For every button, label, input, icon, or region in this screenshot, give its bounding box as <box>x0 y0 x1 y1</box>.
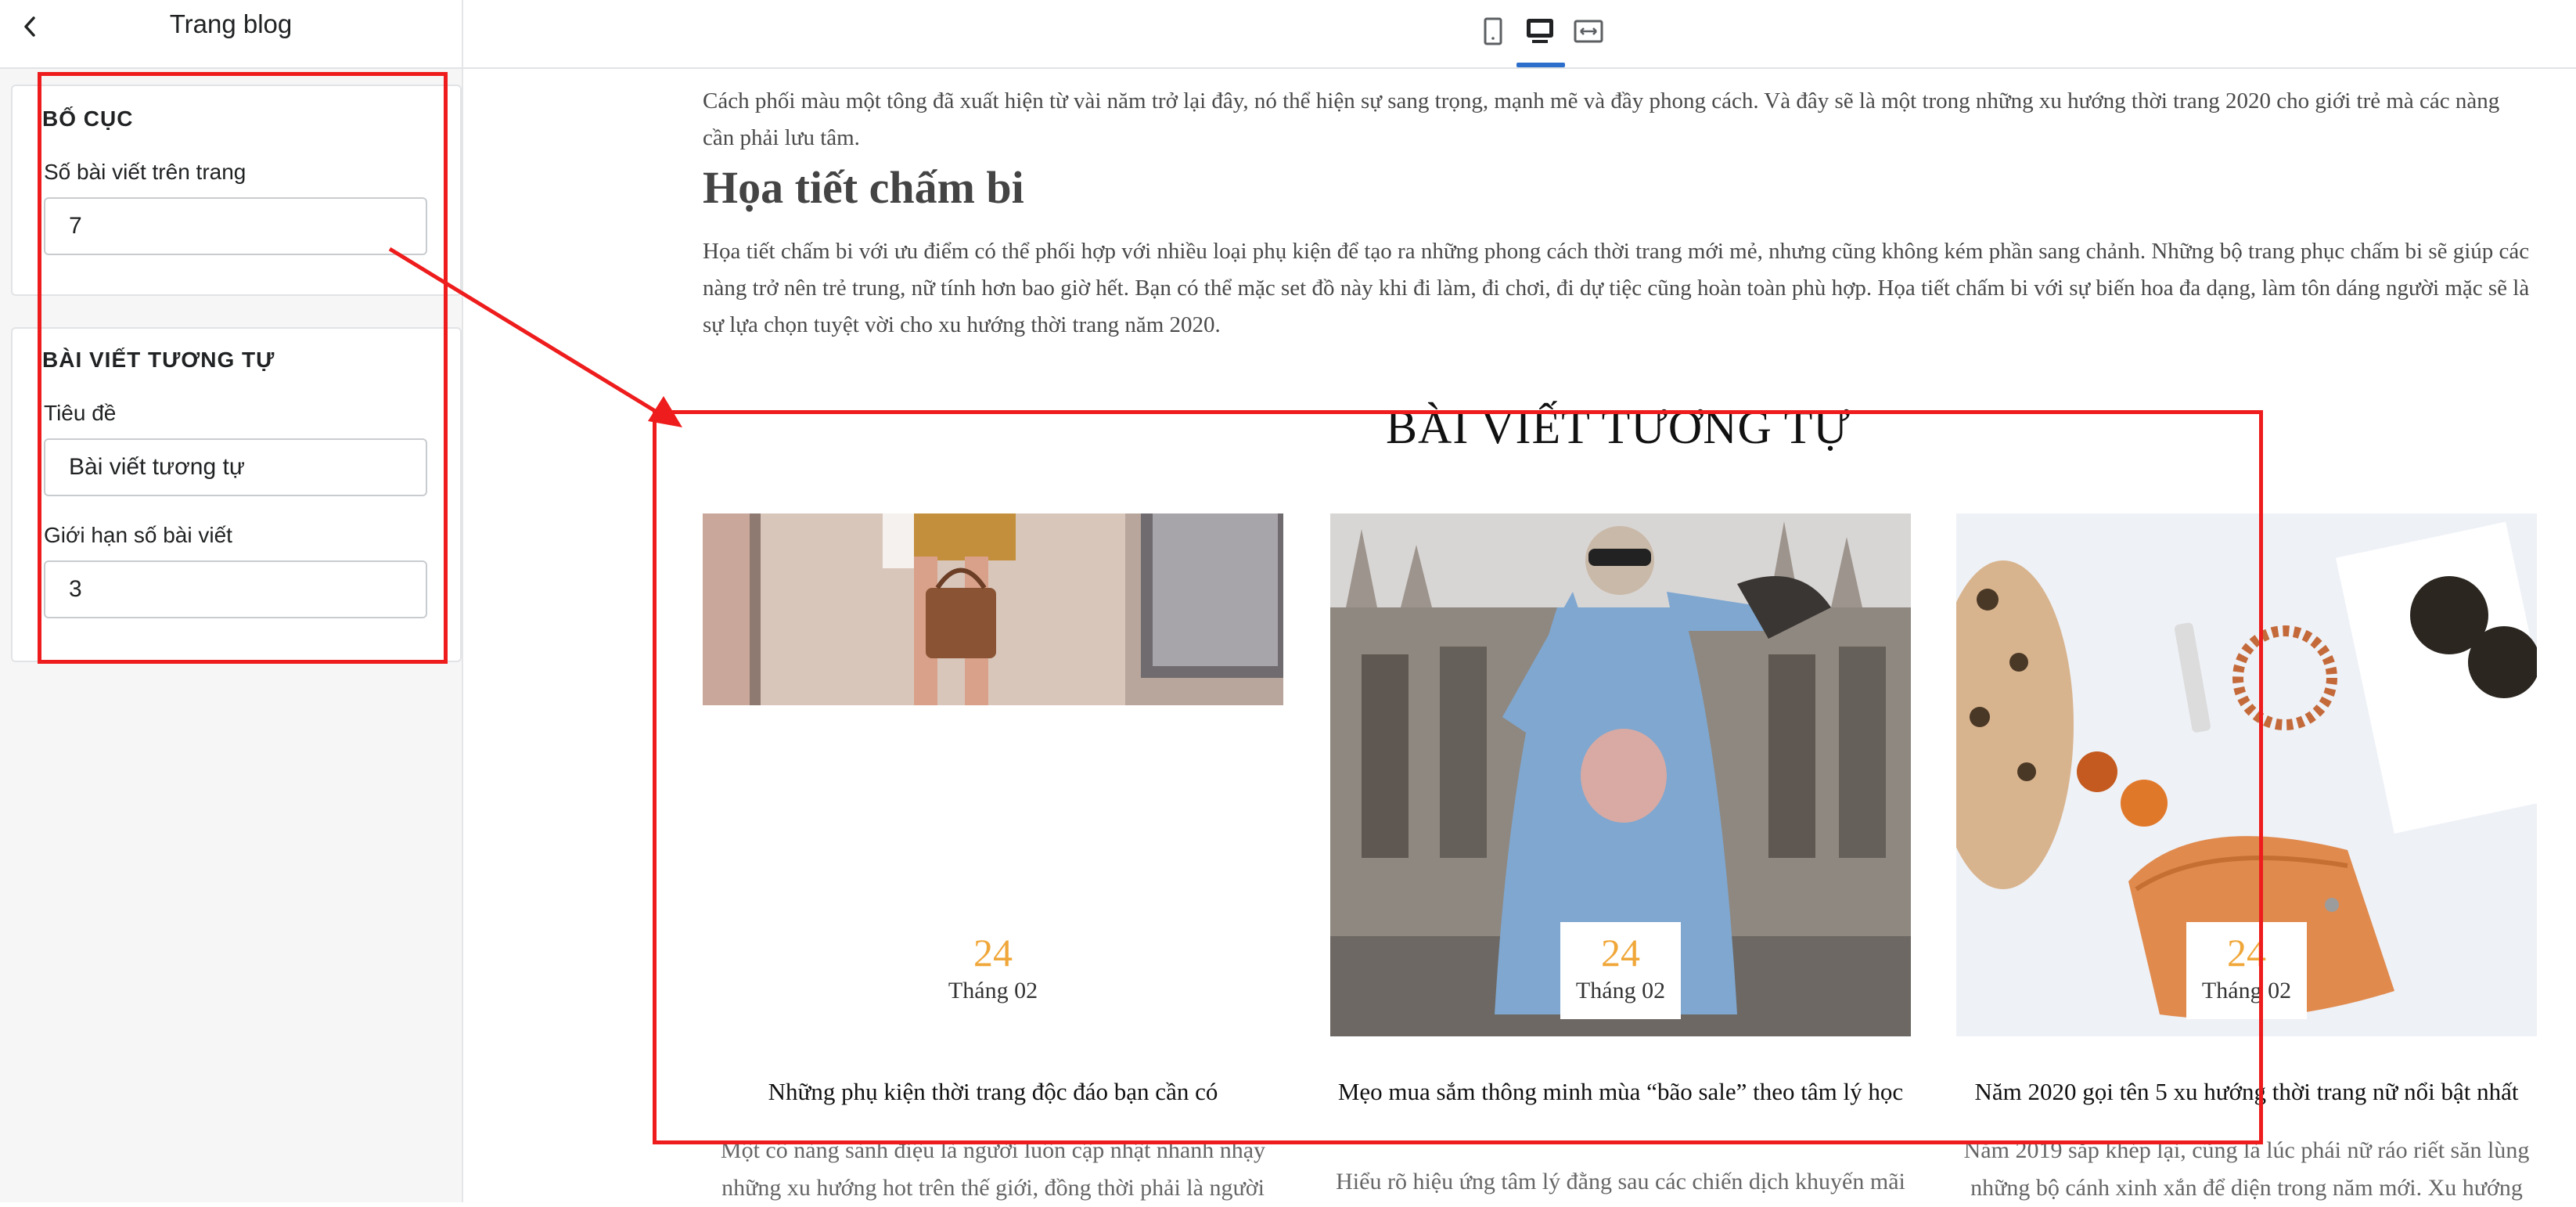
annotation-arrow <box>388 247 682 427</box>
